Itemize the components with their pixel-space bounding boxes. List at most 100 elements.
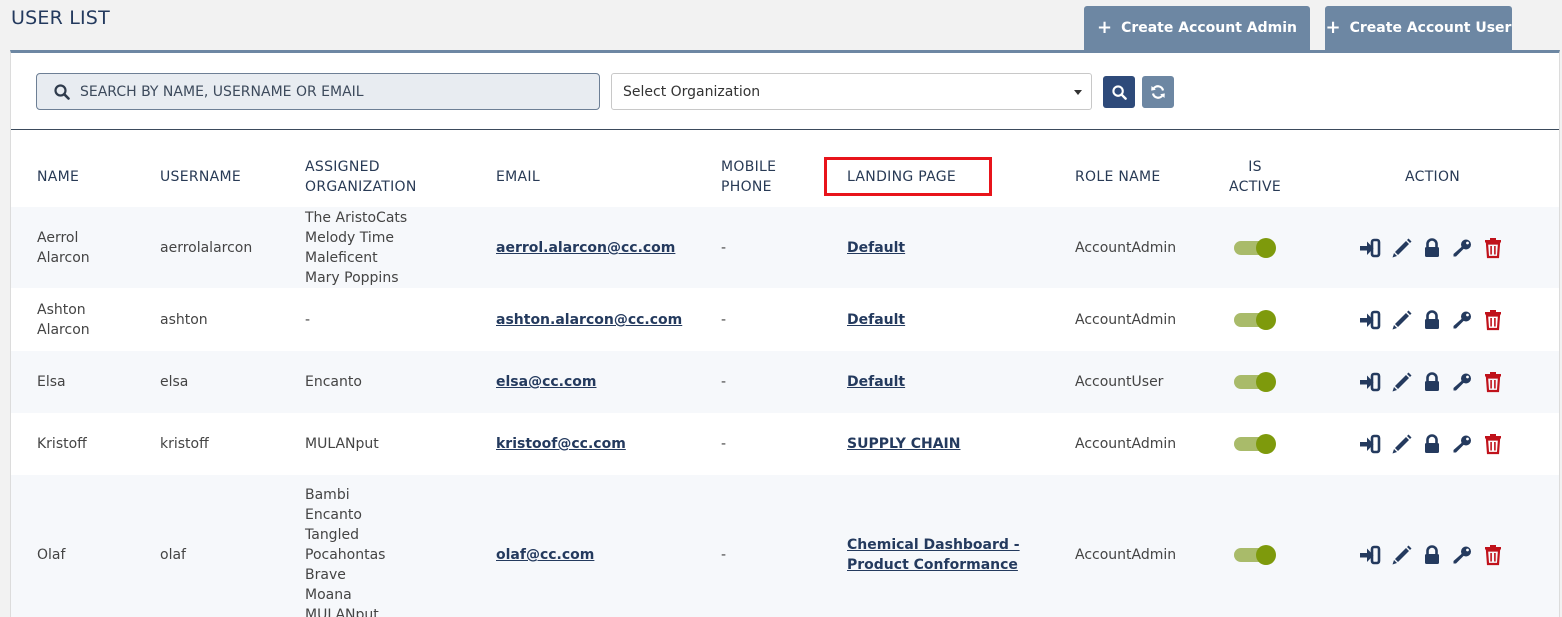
cell-role-name: AccountAdmin	[1075, 436, 1177, 452]
header-landing-page: LANDING PAGE	[847, 169, 957, 185]
cell-landing-page-link-line[interactable]: Product Conformance	[847, 555, 1020, 575]
cell-assigned-organization-line: -	[305, 312, 311, 328]
cell-landing-page-link-line[interactable]: Default	[847, 372, 905, 392]
login-icon[interactable]	[1359, 372, 1381, 392]
lock-icon[interactable]	[1423, 434, 1441, 454]
pencil-icon[interactable]	[1391, 371, 1413, 393]
cell-email-link[interactable]: aerrol.alarcon@cc.com	[496, 238, 675, 258]
trash-icon[interactable]	[1483, 544, 1503, 566]
cell-assigned-organization: Bambi Encanto Tangled Pocahontas Brave Moana M…	[305, 485, 385, 617]
page-title: USER LIST	[11, 7, 110, 29]
organization-select-value: Select Organization	[623, 83, 761, 100]
cell-landing-page-link[interactable]: Chemical Dashboard - Product Conformance	[847, 535, 1020, 575]
search-icon	[54, 83, 70, 100]
create-account-user-button[interactable]: + Create Account User	[1325, 6, 1512, 50]
header-assigned-line1: ASSIGNED	[305, 159, 380, 175]
cell-email-link[interactable]: kristoof@cc.com	[496, 434, 626, 454]
toggle-knob	[1256, 372, 1276, 392]
header-role-name: ROLE NAME	[1075, 169, 1161, 185]
toggle-knob	[1256, 434, 1276, 454]
cell-name-line: Elsa	[37, 374, 66, 390]
trash-icon[interactable]	[1483, 237, 1503, 259]
search-input[interactable]	[80, 83, 580, 100]
cell-landing-page-link-line[interactable]: SUPPLY CHAIN	[847, 434, 960, 454]
search-button[interactable]	[1103, 76, 1135, 108]
row-actions	[1359, 309, 1503, 331]
refresh-button[interactable]	[1142, 76, 1174, 108]
caret-down-icon	[1074, 90, 1082, 95]
cell-landing-page-link[interactable]: Default	[847, 238, 905, 258]
key-icon[interactable]	[1451, 310, 1473, 330]
row-actions	[1359, 544, 1503, 566]
cell-landing-page-link[interactable]: SUPPLY CHAIN	[847, 434, 960, 454]
lock-icon[interactable]	[1423, 545, 1441, 565]
cell-landing-page-link-line[interactable]: Default	[847, 310, 905, 330]
cell-mobile-phone: -	[721, 312, 727, 328]
cell-username: kristoff	[160, 436, 209, 452]
lock-icon[interactable]	[1423, 238, 1441, 258]
table-row: Ashton Alarcon ashton - ashton.alarcon@cc.co…	[11, 288, 1559, 351]
create-account-user-label: Create Account User	[1349, 20, 1512, 36]
table-row: Olaf olaf Bambi Encanto Tangled Pocahontas Bra…	[11, 475, 1559, 617]
key-icon[interactable]	[1451, 434, 1473, 454]
is-active-toggle[interactable]	[1234, 238, 1276, 258]
is-active-toggle[interactable]	[1234, 310, 1276, 330]
trash-icon[interactable]	[1483, 309, 1503, 331]
login-icon[interactable]	[1359, 238, 1381, 258]
cell-role-name: AccountAdmin	[1075, 240, 1177, 256]
pencil-icon[interactable]	[1391, 433, 1413, 455]
cell-landing-page-link-line[interactable]: Default	[847, 238, 905, 258]
is-active-toggle[interactable]	[1234, 434, 1276, 454]
cell-name-line: Kristoff	[37, 436, 87, 452]
key-icon[interactable]	[1451, 372, 1473, 392]
pencil-icon[interactable]	[1391, 237, 1413, 259]
cell-landing-page-link-line[interactable]: Chemical Dashboard -	[847, 535, 1020, 555]
pencil-icon[interactable]	[1391, 309, 1413, 331]
cell-landing-page-link[interactable]: Default	[847, 372, 905, 392]
table-row: Kristoff kristoff MULANput kristoof@cc.com -…	[11, 413, 1559, 475]
cell-assigned-organization-line: Mary Poppins	[305, 270, 399, 286]
trash-icon[interactable]	[1483, 371, 1503, 393]
key-icon[interactable]	[1451, 545, 1473, 565]
row-actions	[1359, 433, 1503, 455]
cell-name-line: Aerrol	[37, 230, 79, 246]
cell-name: Elsa	[37, 372, 66, 392]
cell-assigned-organization-line: Tangled	[305, 527, 359, 543]
cell-name: Aerrol Alarcon	[37, 228, 90, 268]
cell-role-name: AccountAdmin	[1075, 547, 1177, 563]
cell-username: olaf	[160, 547, 186, 563]
header-assigned-line2: ORGANIZATION	[305, 179, 417, 195]
toggle-knob	[1256, 310, 1276, 330]
login-icon[interactable]	[1359, 434, 1381, 454]
trash-icon[interactable]	[1483, 433, 1503, 455]
login-icon[interactable]	[1359, 310, 1381, 330]
create-account-admin-button[interactable]: + Create Account Admin	[1084, 6, 1310, 50]
cell-name-line: Olaf	[37, 547, 66, 563]
cell-email-link[interactable]: olaf@cc.com	[496, 545, 594, 565]
cell-landing-page-link[interactable]: Default	[847, 310, 905, 330]
search-box	[36, 73, 600, 110]
header-is-active: IS ACTIVE	[1225, 157, 1285, 197]
cell-email-link[interactable]: elsa@cc.com	[496, 372, 597, 392]
cell-name-line: Alarcon	[37, 322, 90, 338]
is-active-toggle[interactable]	[1234, 545, 1276, 565]
header-mobile-line1: MOBILE	[721, 159, 777, 175]
cell-assigned-organization-line: Maleficent	[305, 250, 378, 266]
row-actions	[1359, 237, 1503, 259]
organization-select[interactable]: Select Organization	[611, 73, 1092, 110]
pencil-icon[interactable]	[1391, 544, 1413, 566]
login-icon[interactable]	[1359, 545, 1381, 565]
table-row: Aerrol Alarcon aerrolalarcon The AristoCats…	[11, 207, 1559, 288]
lock-icon[interactable]	[1423, 310, 1441, 330]
table-row: Elsa elsa Encanto elsa@cc.com - Default Accoun…	[11, 351, 1559, 413]
toggle-knob	[1256, 545, 1276, 565]
is-active-toggle[interactable]	[1234, 372, 1276, 392]
refresh-icon	[1151, 85, 1165, 99]
user-list-panel: Select Organization NAME USERNAME ASSIGN…	[10, 50, 1560, 617]
lock-icon[interactable]	[1423, 372, 1441, 392]
plus-icon: +	[1325, 17, 1341, 38]
header-is-active-line1: IS	[1248, 159, 1262, 175]
cell-email-link[interactable]: ashton.alarcon@cc.com	[496, 310, 682, 330]
cell-role-name: AccountAdmin	[1075, 312, 1177, 328]
key-icon[interactable]	[1451, 238, 1473, 258]
